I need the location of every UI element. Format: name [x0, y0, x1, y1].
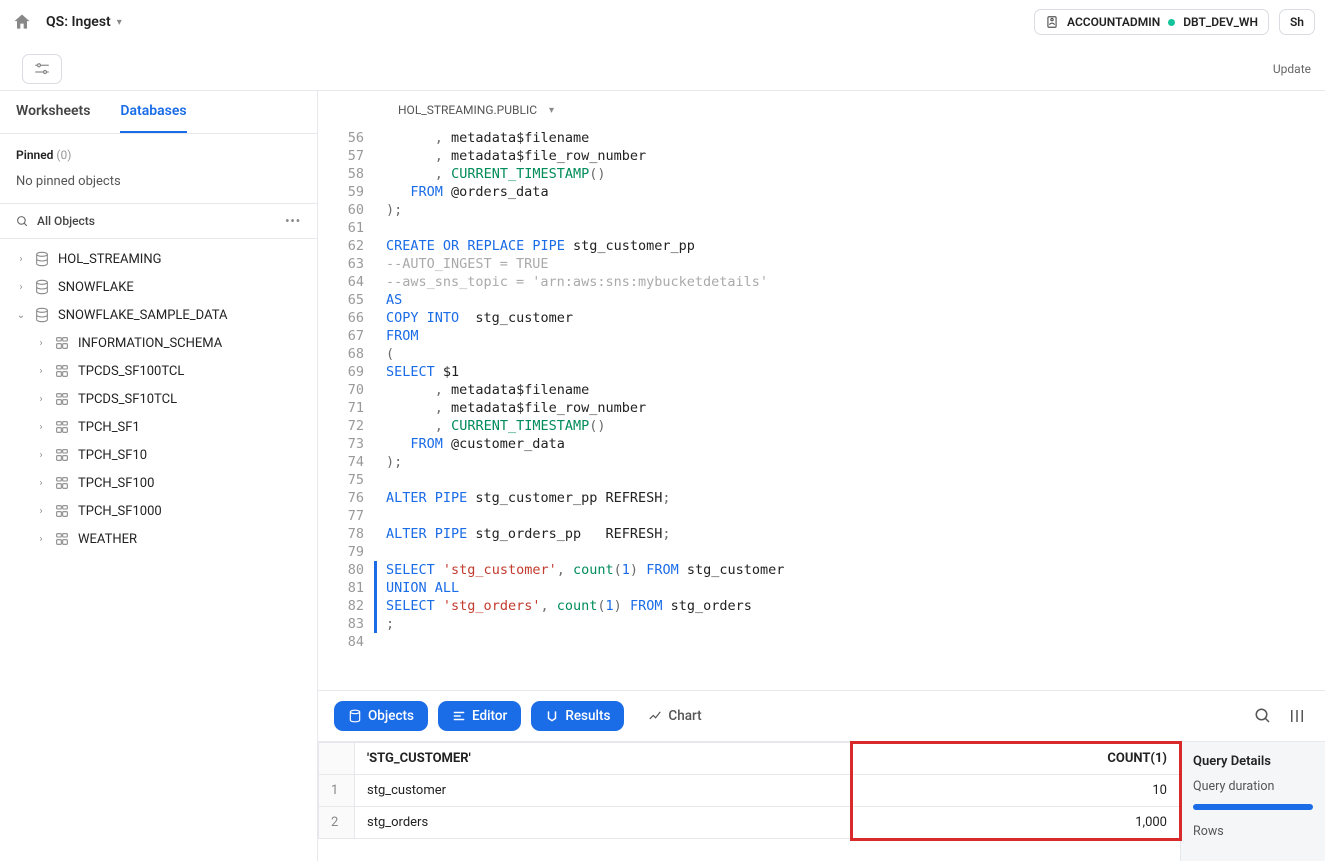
results-pill[interactable]: Results: [531, 701, 624, 731]
chevron-icon: ⌄: [16, 310, 26, 321]
warehouse-label: DBT_DEV_WH: [1183, 15, 1258, 29]
status-dot-icon: [1168, 19, 1175, 26]
context-selector[interactable]: HOL_STREAMING.PUBLIC ▾: [318, 91, 1325, 129]
duration-label: Query duration: [1193, 779, 1274, 794]
object-tree: › HOL_STREAMING › SNOWFLAKE ⌄ SNOWFLAKE_SAMPL…: [0, 239, 317, 559]
cell[interactable]: 10: [852, 775, 1179, 807]
chevron-icon: ›: [16, 254, 26, 265]
code-editor[interactable]: 5657585960616263646566676869707172737475…: [318, 129, 1325, 690]
updated-label: Update: [1273, 62, 1311, 76]
table-row[interactable]: 1stg_customer10: [319, 775, 1180, 807]
chart-pill[interactable]: Chart: [634, 701, 715, 731]
details-title: Query Details: [1193, 754, 1313, 769]
all-objects-search[interactable]: All Objects: [16, 214, 95, 228]
tree-item[interactable]: › WEATHER: [0, 525, 317, 553]
pinned-label: Pinned: [16, 148, 53, 162]
chevron-icon: ›: [16, 282, 26, 293]
tree-item-label: TPCDS_SF100TCL: [78, 364, 184, 379]
rows-label: Rows: [1193, 824, 1224, 839]
editor-pill[interactable]: Editor: [438, 701, 521, 731]
tree-item[interactable]: › TPCH_SF10: [0, 441, 317, 469]
chevron-icon: ›: [36, 422, 46, 433]
duration-bar: [1193, 804, 1313, 810]
col-header-0[interactable]: 'STG_CUSTOMER': [355, 743, 853, 775]
search-icon[interactable]: [1251, 704, 1275, 728]
all-objects-label: All Objects: [37, 214, 95, 228]
chevron-down-icon[interactable]: ▾: [117, 17, 122, 28]
cell[interactable]: stg_orders: [355, 807, 853, 839]
row-num: 2: [319, 807, 355, 839]
results-grid[interactable]: 'STG_CUSTOMER' COUNT(1) 1stg_customer102…: [318, 742, 1180, 861]
tree-item[interactable]: › TPCH_SF100: [0, 469, 317, 497]
cell[interactable]: stg_customer: [355, 775, 853, 807]
tree-item-label: TPCH_SF10: [78, 448, 147, 463]
query-details-panel: Query Details Query duration Rows: [1180, 742, 1325, 861]
chevron-icon: ›: [36, 534, 46, 545]
tree-item-label: HOL_STREAMING: [58, 252, 161, 267]
share-button[interactable]: Sh: [1279, 9, 1315, 35]
more-icon[interactable]: •••: [285, 214, 301, 228]
worksheet-title[interactable]: QS: Ingest: [46, 14, 111, 30]
tree-item[interactable]: › TPCH_SF1000: [0, 497, 317, 525]
sub-bar: Update: [0, 44, 1325, 90]
row-num: 1: [319, 775, 355, 807]
tree-item[interactable]: › TPCH_SF1: [0, 413, 317, 441]
chevron-icon: ›: [36, 506, 46, 517]
cell[interactable]: 1,000: [852, 807, 1179, 839]
pinned-count: (0): [56, 148, 71, 162]
tree-item-label: INFORMATION_SCHEMA: [78, 336, 222, 351]
chevron-icon: ›: [36, 366, 46, 377]
tree-item-label: WEATHER: [78, 532, 137, 547]
tree-item-label: SNOWFLAKE: [58, 280, 134, 295]
col-header-1[interactable]: COUNT(1): [852, 743, 1179, 775]
tree-item[interactable]: › SNOWFLAKE: [0, 273, 317, 301]
chevron-icon: ›: [36, 450, 46, 461]
tab-worksheets[interactable]: Worksheets: [16, 103, 90, 133]
results-toolbar: Objects Editor Results Chart: [318, 690, 1325, 741]
tree-item[interactable]: › TPCDS_SF100TCL: [0, 357, 317, 385]
no-pinned-text: No pinned objects: [0, 168, 317, 203]
top-bar: QS: Ingest ▾ ACCOUNTADMIN DBT_DEV_WH Sh: [0, 0, 1325, 44]
chevron-icon: ›: [36, 338, 46, 349]
tree-item-label: TPCH_SF1: [78, 420, 140, 435]
tree-item[interactable]: ⌄ SNOWFLAKE_SAMPLE_DATA: [0, 301, 317, 329]
tree-item[interactable]: › TPCDS_SF10TCL: [0, 385, 317, 413]
row-num-header: [319, 743, 355, 775]
chevron-icon: ›: [36, 478, 46, 489]
tree-item-label: TPCH_SF1000: [78, 504, 162, 519]
tree-item[interactable]: › INFORMATION_SCHEMA: [0, 329, 317, 357]
tab-databases[interactable]: Databases: [120, 103, 186, 133]
tree-item-label: TPCDS_SF10TCL: [78, 392, 177, 407]
home-icon[interactable]: [12, 12, 46, 32]
sidebar: Worksheets Databases Pinned (0) No pinne…: [0, 91, 318, 861]
role-warehouse-selector[interactable]: ACCOUNTADMIN DBT_DEV_WH: [1034, 9, 1269, 35]
tree-item-label: TPCH_SF100: [78, 476, 154, 491]
chevron-down-icon: ▾: [549, 105, 554, 116]
objects-pill[interactable]: Objects: [334, 701, 428, 731]
tree-item-label: SNOWFLAKE_SAMPLE_DATA: [58, 308, 227, 323]
columns-icon[interactable]: [1285, 704, 1309, 728]
context-label: HOL_STREAMING.PUBLIC: [398, 103, 537, 117]
chevron-icon: ›: [36, 394, 46, 405]
table-row[interactable]: 2stg_orders1,000: [319, 807, 1180, 839]
filter-button[interactable]: [22, 54, 62, 84]
tree-item[interactable]: › HOL_STREAMING: [0, 245, 317, 273]
role-label: ACCOUNTADMIN: [1067, 15, 1160, 29]
